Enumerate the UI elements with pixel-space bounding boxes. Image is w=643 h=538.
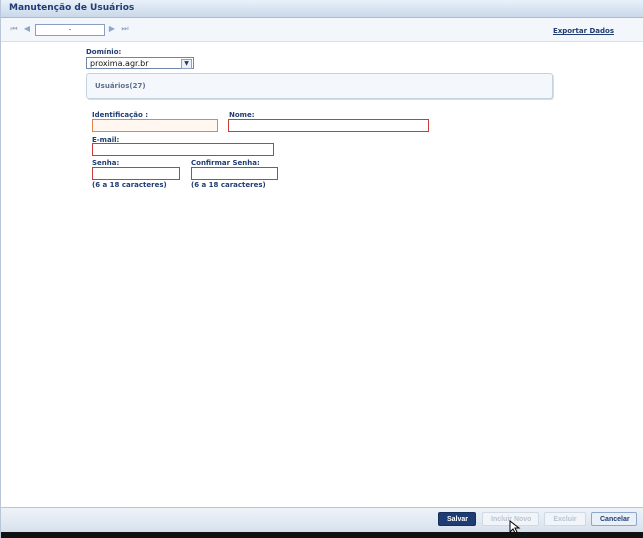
domain-label: Domínio: bbox=[86, 48, 122, 56]
window-title: Manutenção de Usuários bbox=[9, 3, 135, 13]
password-field[interactable] bbox=[92, 167, 180, 180]
save-button[interactable]: Salvar bbox=[438, 512, 476, 526]
users-panel[interactable]: Usuários(27) bbox=[86, 73, 553, 99]
name-label: Nome: bbox=[229, 111, 255, 119]
users-panel-title: Usuários(27) bbox=[95, 82, 146, 90]
domain-value: proxima.agr.br bbox=[90, 59, 149, 68]
identification-label: Identificação : bbox=[92, 111, 149, 119]
previous-icon[interactable]: ◀ bbox=[22, 24, 32, 34]
password-label: Senha: bbox=[92, 159, 120, 167]
last-icon[interactable]: ⏭ bbox=[120, 24, 130, 34]
record-input[interactable]: - bbox=[35, 24, 105, 36]
domain-select[interactable]: proxima.agr.br ▼ bbox=[86, 57, 194, 69]
bottom-strip bbox=[1, 532, 643, 538]
confirm-password-label: Confirmar Senha: bbox=[191, 159, 260, 167]
confirm-password-field[interactable] bbox=[191, 167, 278, 180]
first-icon[interactable]: ⏮ bbox=[9, 24, 19, 34]
cancel-button[interactable]: Cancelar bbox=[591, 512, 637, 526]
form-content: Domínio: proxima.agr.br ▼ Usuários(27) I… bbox=[1, 42, 643, 507]
identification-field[interactable] bbox=[92, 119, 218, 132]
delete-button[interactable]: Excluir bbox=[544, 512, 586, 526]
email-field[interactable] bbox=[92, 143, 274, 156]
name-field[interactable] bbox=[228, 119, 429, 132]
user-maintenance-window: Manutenção de Usuários ⏮ ◀ - ▶ ⏭ Exporta… bbox=[0, 0, 643, 538]
export-data-link[interactable]: Exportar Dados bbox=[553, 27, 614, 35]
title-bar: Manutenção de Usuários bbox=[1, 0, 643, 18]
action-bar: Salvar Incluir Novo Excluir Cancelar bbox=[1, 507, 643, 532]
navigation-toolbar: ⏮ ◀ - ▶ ⏭ Exportar Dados bbox=[1, 18, 643, 42]
password-hint: (6 a 18 caracteres) bbox=[92, 181, 167, 189]
include-new-button[interactable]: Incluir Novo bbox=[482, 512, 539, 526]
next-icon[interactable]: ▶ bbox=[107, 24, 117, 34]
confirm-password-hint: (6 a 18 caracteres) bbox=[191, 181, 266, 189]
dropdown-arrow-icon[interactable]: ▼ bbox=[181, 59, 192, 69]
